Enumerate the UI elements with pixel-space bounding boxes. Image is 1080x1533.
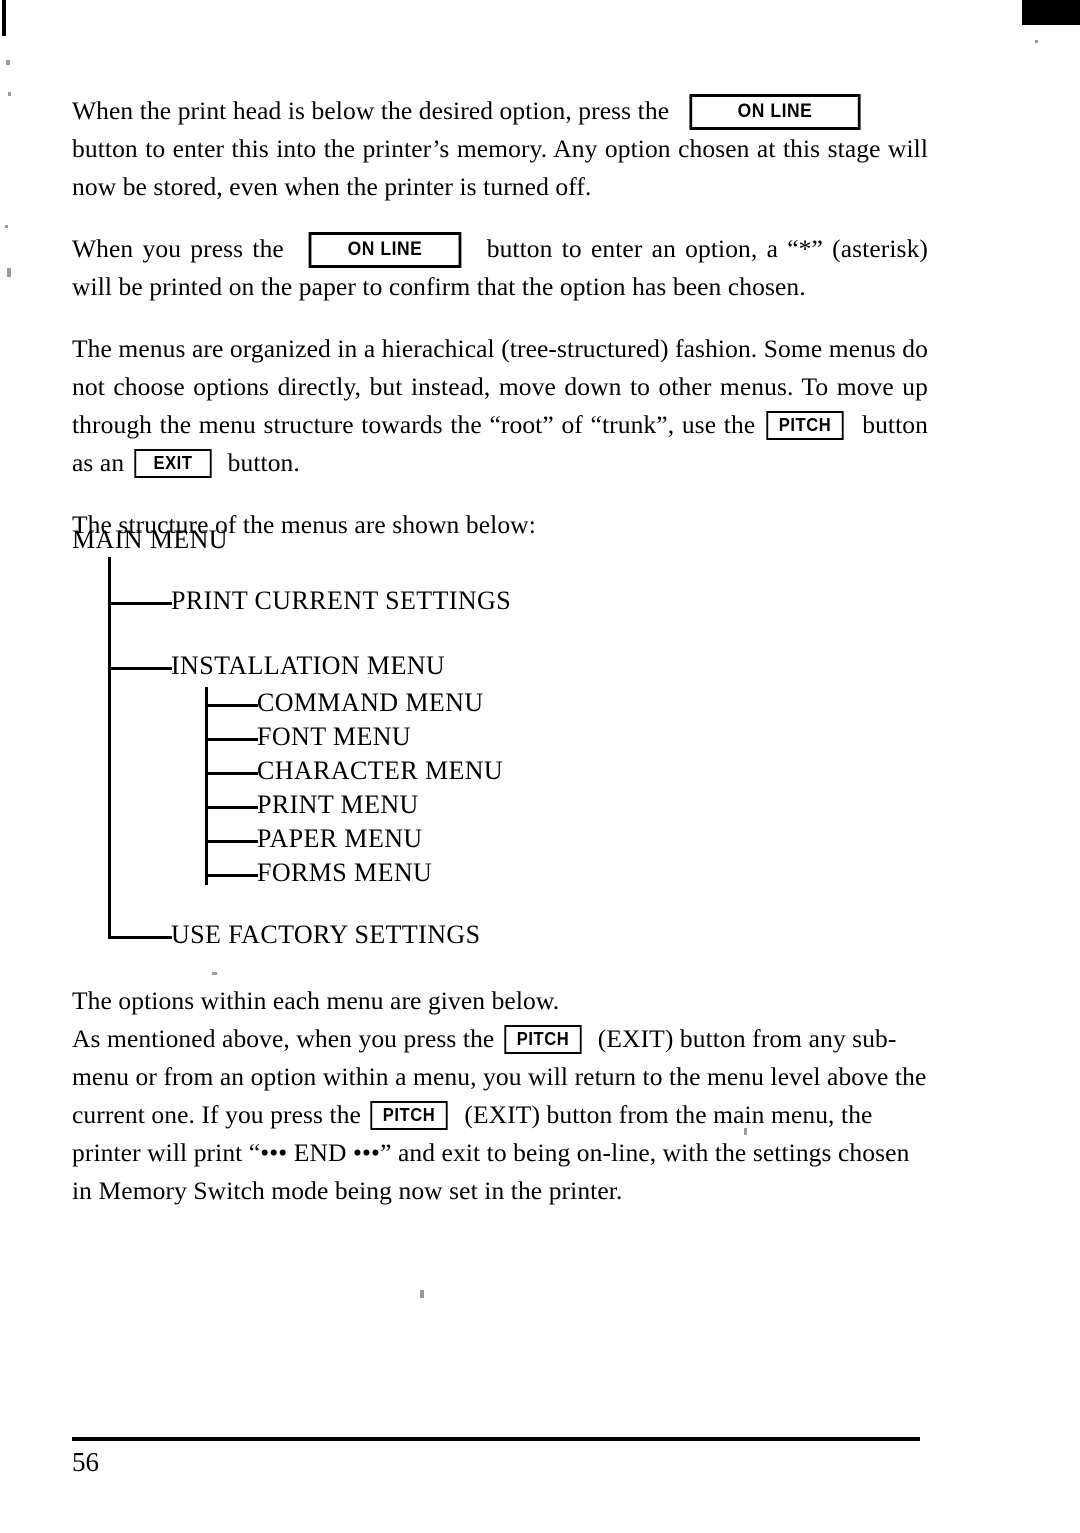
tree-subbranch-connector-last bbox=[205, 874, 258, 877]
tree-item-installation-menu: INSTALLATION MENU bbox=[171, 651, 446, 680]
paragraph-1: When the print head is below the desired… bbox=[72, 92, 928, 206]
paragraph-1-text-after-key: button to enter this into the printer’s … bbox=[72, 134, 928, 201]
tree-branch-connector bbox=[108, 602, 172, 605]
scan-speck bbox=[7, 268, 11, 277]
tree-subbranch-connector bbox=[205, 840, 258, 843]
tree-subtrunk-line bbox=[205, 687, 208, 885]
pitch-button[interactable]: PITCH bbox=[370, 1101, 449, 1130]
paragraph-5-line-1: The options within each menu are given b… bbox=[72, 986, 560, 1015]
tree-trunk-line bbox=[108, 557, 111, 939]
tree-item-command-menu: COMMAND MENU bbox=[257, 688, 484, 717]
tree-item-character-menu: CHARACTER MENU bbox=[257, 756, 504, 785]
scan-artifact-corner bbox=[1022, 0, 1080, 25]
paragraph-3: The menus are organized in a hierachical… bbox=[72, 330, 928, 482]
scan-speck bbox=[1035, 40, 1038, 43]
scan-artifact-left-edge bbox=[2, 0, 6, 36]
tree-root-label: MAIN MENU bbox=[72, 525, 228, 554]
page-number: 56 bbox=[72, 1447, 99, 1477]
pitch-button[interactable]: PITCH bbox=[504, 1025, 582, 1054]
tree-branch-connector-last bbox=[108, 936, 172, 939]
tree-item-print-menu: PRINT MENU bbox=[257, 790, 419, 819]
scan-speck bbox=[6, 60, 10, 65]
text-column-lower: The options within each menu are given b… bbox=[72, 982, 928, 1210]
scan-speck bbox=[8, 92, 11, 96]
paragraph-2: When you press the ON LINE button to ent… bbox=[72, 230, 928, 306]
online-button[interactable]: ON LINE bbox=[689, 94, 861, 130]
online-button[interactable]: ON LINE bbox=[308, 232, 462, 268]
paragraph-1-text-before-key: When the print head is below the desired… bbox=[72, 96, 670, 125]
tree-item-font-menu: FONT MENU bbox=[257, 722, 412, 751]
menu-tree-diagram: MAIN MENU PRINT CURRENT SETTINGS INSTALL… bbox=[72, 515, 772, 970]
document-page: When the print head is below the desired… bbox=[0, 0, 1080, 1533]
paragraph-3-text-end: button. bbox=[227, 448, 300, 477]
tree-subbranch-connector bbox=[205, 738, 258, 741]
tree-item-forms-menu: FORMS MENU bbox=[257, 858, 433, 887]
scan-speck bbox=[212, 972, 217, 975]
tree-branch-connector bbox=[108, 667, 172, 670]
exit-button[interactable]: EXIT bbox=[134, 449, 212, 478]
tree-subbranch-connector bbox=[205, 772, 258, 775]
tree-item-use-factory-settings: USE FACTORY SETTINGS bbox=[171, 920, 481, 949]
tree-subbranch-connector bbox=[205, 806, 258, 809]
footer-rule bbox=[72, 1437, 920, 1441]
text-column: When the print head is below the desired… bbox=[72, 92, 928, 544]
paragraph-2-text-before-key: When you press the bbox=[72, 234, 284, 263]
pitch-button[interactable]: PITCH bbox=[766, 411, 844, 440]
scan-speck bbox=[420, 1290, 424, 1298]
paragraph-5-text-before-keys: As mentioned above, when you press the bbox=[72, 1024, 495, 1053]
scan-speck bbox=[5, 225, 8, 228]
tree-item-print-current-settings: PRINT CURRENT SETTINGS bbox=[171, 586, 512, 615]
tree-subbranch-connector bbox=[205, 704, 258, 707]
tree-item-paper-menu: PAPER MENU bbox=[257, 824, 423, 853]
paragraph-5: As mentioned above, when you press the P… bbox=[72, 1020, 928, 1210]
